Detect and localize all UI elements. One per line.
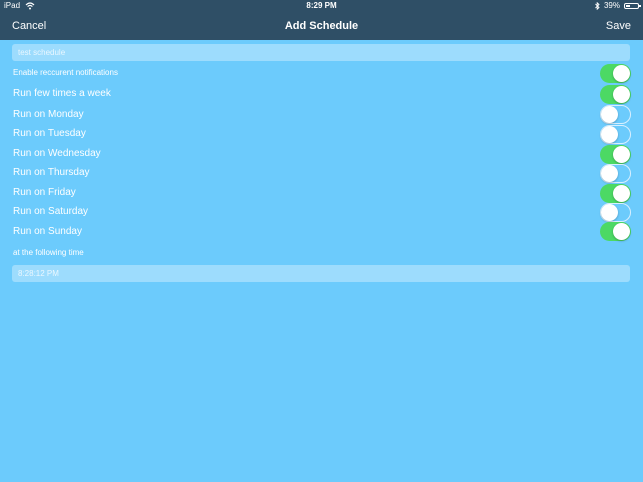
toggle-switch-run-on-saturday[interactable] — [600, 203, 631, 222]
time-picker-field[interactable]: 8:28:12 PM — [12, 265, 630, 282]
battery-icon — [624, 3, 641, 9]
battery-percent: 39% — [603, 1, 620, 10]
toggle-label-run-on-saturday: Run on Saturday — [13, 206, 89, 217]
status-bar: iPad 8:29 PM 39% — [0, 0, 643, 12]
battery-fill — [626, 5, 630, 7]
toggle-knob — [613, 185, 630, 202]
toggle-switch-run-on-friday[interactable] — [600, 184, 631, 203]
bluetooth-icon — [595, 2, 600, 10]
toggle-label-run-on-wednesday: Run on Wednesday — [13, 148, 101, 159]
toggle-knob — [601, 204, 618, 221]
toggle-knob — [613, 223, 630, 240]
toggle-switch-run-on-thursday[interactable] — [600, 164, 631, 183]
toggle-switch-run-on-monday[interactable] — [600, 105, 631, 124]
schedule-name-input[interactable]: test schedule — [12, 44, 630, 61]
toggle-knob — [601, 126, 618, 143]
toggle-label-run-on-sunday: Run on Sunday — [13, 226, 82, 237]
toggle-label-run-on-tuesday: Run on Tuesday — [13, 128, 86, 139]
toggle-label-run-on-friday: Run on Friday — [13, 187, 76, 198]
toggle-knob — [601, 165, 618, 182]
toggle-switch-run-on-sunday[interactable] — [600, 222, 631, 241]
status-time: 8:29 PM — [306, 1, 337, 10]
toggle-switch-enable-reccurent-notifications[interactable] — [600, 64, 631, 83]
toggle-knob — [613, 86, 630, 103]
toggle-switch-run-few-times-a-week[interactable] — [600, 85, 631, 104]
toggle-label-enable-reccurent-notifications: Enable reccurent notifications — [13, 68, 118, 77]
toggle-knob — [613, 65, 630, 82]
page-title: Add Schedule — [284, 20, 359, 32]
time-section-label: at the following time — [13, 248, 84, 257]
toggle-switch-run-on-tuesday[interactable] — [600, 125, 631, 144]
toggle-knob — [601, 106, 618, 123]
toggle-knob — [613, 146, 630, 163]
toggle-label-run-few-times-a-week: Run few times a week — [13, 88, 111, 99]
save-button[interactable]: Save — [606, 12, 631, 40]
toggle-switch-run-on-wednesday[interactable] — [600, 145, 631, 164]
status-right: 39% — [595, 0, 641, 12]
toggle-label-run-on-monday: Run on Monday — [13, 109, 84, 120]
navigation-bar: Cancel Add Schedule Save — [0, 12, 643, 40]
toggle-label-run-on-thursday: Run on Thursday — [13, 167, 90, 178]
